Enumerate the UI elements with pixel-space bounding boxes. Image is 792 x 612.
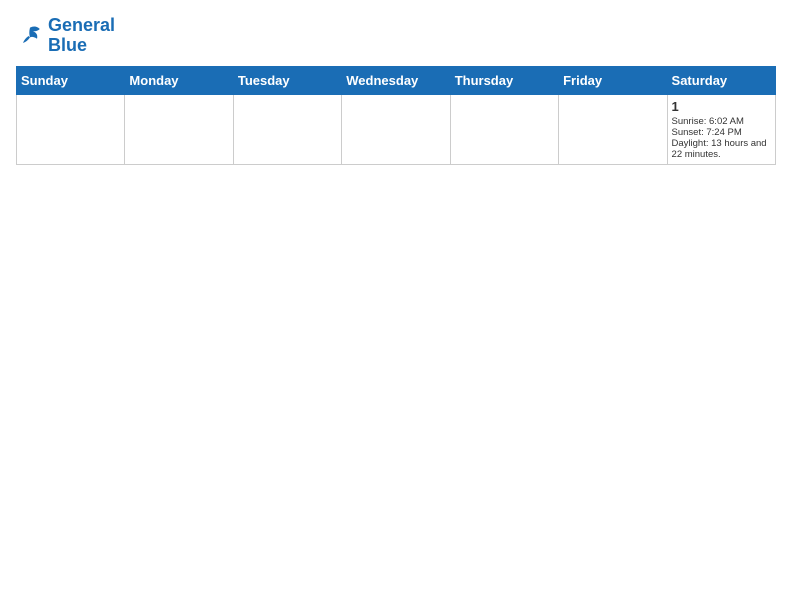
logo: General Blue [16, 16, 115, 56]
header-tuesday: Tuesday [233, 66, 341, 94]
header-saturday: Saturday [667, 66, 775, 94]
header-friday: Friday [559, 66, 667, 94]
header-monday: Monday [125, 66, 233, 94]
empty-cell [233, 94, 341, 164]
header-thursday: Thursday [450, 66, 558, 94]
empty-cell [559, 94, 667, 164]
calendar-cell-1: 1Sunrise: 6:02 AMSunset: 7:24 PMDaylight… [667, 94, 775, 164]
empty-cell [125, 94, 233, 164]
logo-icon [16, 22, 44, 50]
logo-text: General Blue [48, 16, 115, 56]
empty-cell [342, 94, 450, 164]
page-header: General Blue [16, 16, 776, 56]
empty-cell [450, 94, 558, 164]
calendar-week-1: 1Sunrise: 6:02 AMSunset: 7:24 PMDaylight… [17, 94, 776, 164]
header-wednesday: Wednesday [342, 66, 450, 94]
calendar-table: SundayMondayTuesdayWednesdayThursdayFrid… [16, 66, 776, 165]
header-row: SundayMondayTuesdayWednesdayThursdayFrid… [17, 66, 776, 94]
header-sunday: Sunday [17, 66, 125, 94]
empty-cell [17, 94, 125, 164]
